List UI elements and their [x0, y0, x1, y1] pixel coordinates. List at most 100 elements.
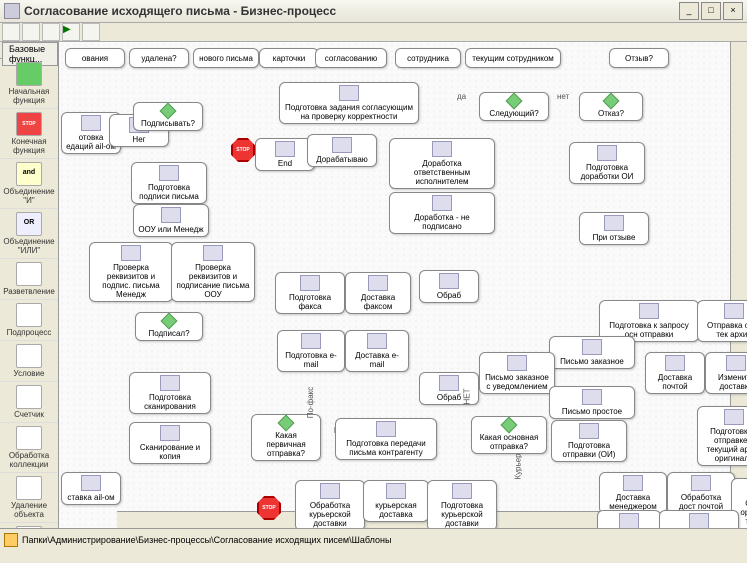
- process-node[interactable]: При отзыве: [579, 212, 649, 245]
- palette-item-del[interactable]: Удаление объекта: [0, 473, 58, 523]
- process-node[interactable]: Подготовка к отправке в текущий архив ор…: [697, 406, 747, 466]
- process-node[interactable]: ООУ или Менедж: [133, 204, 209, 237]
- node-label: Доработка ответственным исполнителем: [394, 159, 490, 186]
- node-label: Обраб: [437, 393, 461, 402]
- palette-item-label: Счетчик: [1, 410, 57, 419]
- palette-item-coll[interactable]: Обработка коллекции: [0, 423, 58, 473]
- process-node[interactable]: Отправка копии в тек.архив: [659, 510, 739, 528]
- node-label: Подписывать?: [141, 119, 195, 128]
- del-icon: [16, 476, 42, 500]
- process-node[interactable]: курьерская доставка: [363, 480, 429, 522]
- node-label: ставка ail-ом: [67, 493, 114, 502]
- process-node[interactable]: Проверка реквизитов и подписание письма …: [171, 242, 255, 302]
- node-fragment[interactable]: карточки: [259, 48, 319, 68]
- node-fragment[interactable]: нового письма: [193, 48, 259, 68]
- process-node[interactable]: Подписал?: [135, 312, 203, 341]
- process-node[interactable]: Письмо заказное с уведомлением: [479, 352, 555, 394]
- palette-item-stop[interactable]: STOPКонечная функция: [0, 109, 58, 159]
- process-node[interactable]: Подготовка курьерской доставки: [427, 480, 497, 528]
- and-icon: and: [16, 162, 42, 186]
- task-icon: [81, 475, 101, 491]
- maximize-button[interactable]: □: [701, 2, 721, 20]
- toolbar-btn-3[interactable]: [42, 23, 60, 41]
- node-fragment[interactable]: Отзыв?: [609, 48, 669, 68]
- node-fragment[interactable]: согласованию: [315, 48, 387, 68]
- process-node[interactable]: Какая основная отправка?: [471, 416, 547, 454]
- process-node[interactable]: Доставка факсом: [345, 272, 411, 314]
- gateway-icon: [161, 313, 178, 330]
- task-icon: [597, 145, 617, 161]
- palette-item-counter[interactable]: Счетчик: [0, 382, 58, 423]
- process-node[interactable]: Подготовка отправки (ОИ): [551, 420, 627, 462]
- process-node[interactable]: Следующий?: [479, 92, 549, 121]
- process-node[interactable]: Доставка почтой: [645, 352, 705, 394]
- process-node[interactable]: ставка ail-ом: [61, 472, 121, 505]
- process-node[interactable]: Подготовка e-mail: [277, 330, 345, 372]
- palette-item-sub[interactable]: Подпроцесс: [0, 300, 58, 341]
- node-label: Отказ?: [598, 109, 624, 118]
- node-fragment[interactable]: текущим сотрудником: [465, 48, 561, 68]
- palette-item-branch[interactable]: Разветвление: [0, 259, 58, 300]
- process-node[interactable]: Обработка дост почтой: [667, 472, 735, 514]
- sub-icon: [16, 303, 42, 327]
- palette-item-and[interactable]: andОбъединение "И": [0, 159, 58, 209]
- task-icon: [432, 141, 452, 157]
- process-node[interactable]: Подготовка задания согласующим на провер…: [279, 82, 419, 124]
- process-node[interactable]: Подготовка факса: [275, 272, 345, 314]
- palette-item-label: Подпроцесс: [1, 328, 57, 337]
- node-label: Подготовка подписи письма: [136, 183, 202, 201]
- toolbar-btn-2[interactable]: [22, 23, 40, 41]
- palette-item-label: Условие: [1, 369, 57, 378]
- diagram-canvas[interactable]: ованияудалена?нового письмакарточкисогла…: [59, 42, 747, 528]
- toolbar-btn-5[interactable]: [82, 23, 100, 41]
- process-node[interactable]: Доработка ответственным исполнителем: [389, 138, 495, 189]
- process-node[interactable]: Письмо простое: [549, 386, 635, 419]
- node-label: ООУ или Менедж: [138, 225, 203, 234]
- process-node[interactable]: Обраб: [419, 270, 479, 303]
- task-icon: [320, 483, 340, 499]
- folder-icon: [4, 533, 18, 547]
- node-label: Обраб: [437, 291, 461, 300]
- process-node[interactable]: Подготовка доработки ОИ: [569, 142, 645, 184]
- process-node[interactable]: Подготовка передачи письма контрагенту: [335, 418, 437, 460]
- toolbar-btn-play[interactable]: ▶: [62, 23, 80, 41]
- process-node[interactable]: Доставка e-mail: [345, 330, 409, 372]
- close-button[interactable]: ×: [723, 2, 743, 20]
- process-node[interactable]: Подготовка сканирования: [129, 372, 211, 414]
- palette-item-or[interactable]: ORОбъединение "ИЛИ": [0, 209, 58, 259]
- process-node[interactable]: Изменить доставку: [705, 352, 747, 394]
- palette-item-label: Обработка коллекции: [1, 451, 57, 469]
- palette-item-script[interactable]: Сценарий: [0, 523, 58, 528]
- process-node[interactable]: Обработка курьерской доставки: [295, 480, 365, 528]
- node-label: Доставка почтой: [650, 373, 700, 391]
- node-label: Подготовка e-mail: [282, 351, 340, 369]
- palette-item-start[interactable]: Начальная функция: [0, 59, 58, 109]
- toolbar-btn-1[interactable]: [2, 23, 20, 41]
- node-label: Нег: [132, 135, 145, 144]
- process-node[interactable]: Отправка ориг тек архив: [697, 300, 747, 342]
- minimize-button[interactable]: _: [679, 2, 699, 20]
- process-node[interactable]: Доставка менеджером: [599, 472, 667, 514]
- task-icon: [579, 423, 599, 439]
- palette-item-cond[interactable]: Условие: [0, 341, 58, 382]
- node-fragment[interactable]: ования: [65, 48, 125, 68]
- node-fragment[interactable]: удалена?: [129, 48, 189, 68]
- node-label: При отзыве: [593, 233, 636, 242]
- process-node[interactable]: Проверка реквизитов и подпис. письма Мен…: [89, 242, 173, 302]
- process-node[interactable]: Подписывать?: [133, 102, 203, 131]
- process-node[interactable]: Дорабатываю: [307, 134, 377, 167]
- gateway-icon: [278, 415, 295, 432]
- node-label: Письмо простое: [562, 407, 622, 416]
- stop-node[interactable]: STOP: [231, 138, 255, 162]
- node-fragment[interactable]: сотрудника: [395, 48, 461, 68]
- task-icon: [367, 333, 387, 349]
- process-node[interactable]: Доработка - не подписано: [389, 192, 495, 234]
- process-node[interactable]: Изменить доставку: [597, 510, 661, 528]
- process-node[interactable]: Подготовка подписи письма: [131, 162, 207, 204]
- node-label: Проверка реквизитов и подписание письма …: [176, 263, 250, 299]
- process-node[interactable]: Письмо заказное: [549, 336, 635, 369]
- process-node[interactable]: Сканирование и копия: [129, 422, 211, 464]
- process-node[interactable]: Какая первичная отправка?: [251, 414, 321, 461]
- edge-label: НЕТ: [463, 389, 472, 405]
- process-node[interactable]: Отказ?: [579, 92, 643, 121]
